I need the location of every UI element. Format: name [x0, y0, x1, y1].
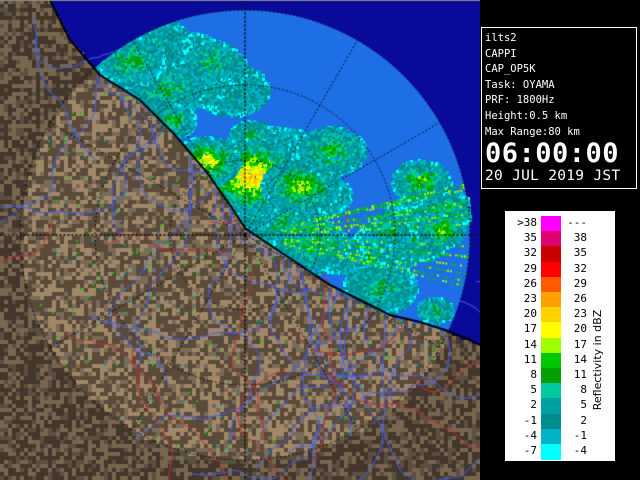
legend-min-label: 2 — [530, 398, 537, 412]
legend-min-label: -7 — [523, 444, 537, 457]
height-label: Height:0.5 km — [485, 109, 568, 122]
legend-max-label: 26 — [573, 292, 587, 305]
product-name: CAPPI — [485, 47, 517, 60]
radar-info-panel: ilts2 CAPPI CAP_OP5K Task: OYAMA PRF: 18… — [481, 27, 637, 189]
legend-min-label: 20 — [523, 307, 537, 321]
legend-min-label: 14 — [523, 337, 537, 351]
legend-min-label: 29 — [523, 261, 537, 275]
legend-max-label: 20 — [573, 322, 587, 336]
legend-max-label: 38 — [573, 231, 587, 245]
legend-max-label: --- — [567, 216, 587, 229]
legend-min-label: 11 — [523, 352, 537, 366]
legend-min-label: 23 — [523, 292, 537, 305]
legend-title: Reflectivity in dBZ — [591, 309, 604, 411]
task-label: Task: OYAMA — [485, 78, 555, 91]
site-name: ilts2 — [485, 32, 517, 44]
scan-mode: CAP_OP5K — [485, 63, 536, 76]
legend-max-label: 5 — [580, 398, 587, 412]
legend-max-label: 8 — [580, 383, 587, 397]
legend-min-label: 17 — [523, 322, 537, 336]
legend-max-label: 32 — [573, 261, 587, 275]
legend-max-label: 17 — [573, 337, 587, 351]
legend-min-label: 26 — [523, 276, 537, 290]
observation-date: 20 JUL 2019 JST — [485, 168, 621, 185]
legend-max-label: 35 — [573, 246, 587, 260]
prf-label: PRF: 1800Hz — [485, 94, 555, 107]
legend-max-label: 14 — [573, 352, 587, 366]
legend-min-label: 8 — [530, 368, 537, 381]
legend-min-label: -1 — [523, 413, 537, 427]
legend-min-label: 35 — [523, 231, 537, 245]
legend-max-label: 23 — [573, 307, 587, 321]
reflectivity-legend: >38 --- 35 38 32 35 29 32 26 29 23 26 20 23 17 20 14 17 11… — [504, 210, 616, 462]
legend-max-label: -4 — [573, 444, 587, 457]
legend-min-label: 5 — [530, 383, 537, 397]
legend-min-label: -4 — [523, 428, 537, 442]
observation-time: 06:00:00 — [485, 138, 620, 170]
legend-max-label: 11 — [573, 368, 587, 381]
legend-max-label: 2 — [580, 413, 587, 427]
legend-max-label: -1 — [573, 428, 587, 442]
legend-min-label: >38 — [517, 216, 537, 229]
legend-min-label: 32 — [523, 246, 537, 260]
legend-max-label: 29 — [573, 276, 587, 290]
radar-map — [0, 0, 480, 480]
